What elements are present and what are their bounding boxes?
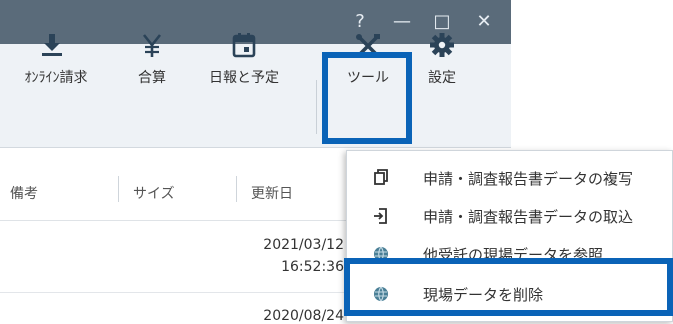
- combine-label: 合算: [138, 70, 166, 86]
- download-icon: [0, 32, 112, 58]
- settings-label: 設定: [428, 70, 456, 86]
- online-claim-button[interactable]: ｵﾝﾗｲﾝ請求: [0, 0, 112, 103]
- menu-item-label: 申請・調査報告書データの取込: [423, 208, 634, 226]
- import-icon: [371, 206, 391, 226]
- settings-button[interactable]: 設定: [414, 0, 470, 103]
- column-header-notes[interactable]: 備考: [10, 183, 38, 203]
- gear-icon: [414, 32, 470, 58]
- tools-highlight-box: [322, 52, 412, 144]
- column-header-size[interactable]: サイズ: [133, 183, 175, 203]
- calendar-icon: [196, 32, 292, 58]
- row-1-time: 16:52:36: [281, 259, 344, 275]
- column-separator[interactable]: [118, 176, 119, 202]
- menu-item-label: 申請・調査報告書データの複写: [423, 170, 634, 188]
- yen-icon: [124, 32, 180, 58]
- column-header-updated[interactable]: 更新日: [251, 183, 293, 203]
- delete-item-highlight-box: [344, 258, 673, 316]
- menu-item-copy-data[interactable]: 申請・調査報告書データの複写: [347, 159, 673, 197]
- daily-report-button[interactable]: 日報と予定: [196, 0, 292, 103]
- row-1-date: 2021/03/12: [263, 237, 344, 253]
- daily-report-label: 日報と予定: [209, 70, 279, 86]
- copy-icon: [371, 168, 391, 188]
- close-button[interactable]: ✕: [472, 10, 496, 34]
- online-claim-label: ｵﾝﾗｲﾝ請求: [24, 70, 88, 86]
- column-separator[interactable]: [236, 176, 237, 202]
- combine-button[interactable]: 合算: [124, 0, 180, 103]
- menu-item-import-data[interactable]: 申請・調査報告書データの取込: [347, 197, 673, 235]
- ribbon-separator: [316, 80, 317, 134]
